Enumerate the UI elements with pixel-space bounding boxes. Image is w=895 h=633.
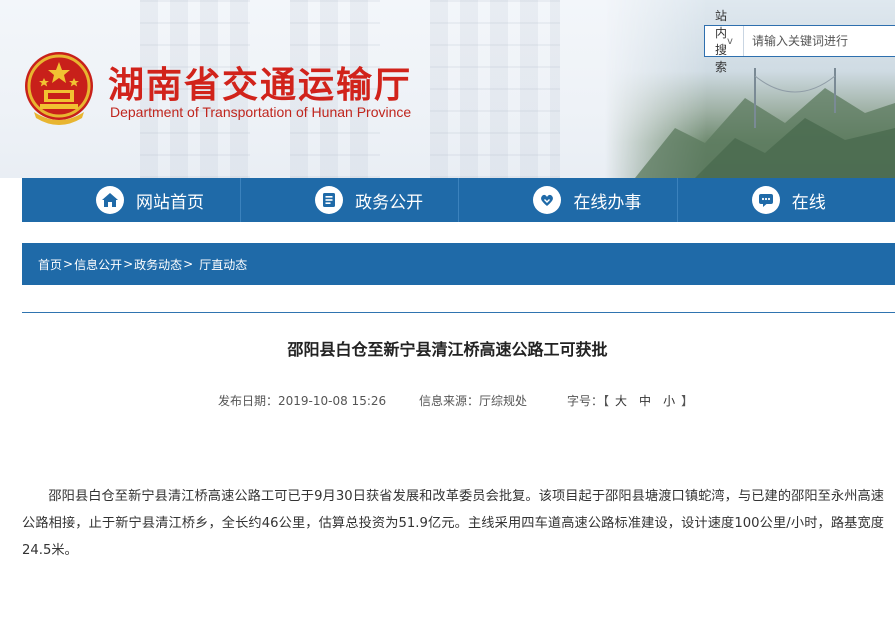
font-size-medium[interactable]: 中: [639, 394, 651, 408]
heart-hands-icon: [533, 186, 562, 214]
breadcrumb-separator: >: [123, 257, 134, 271]
document-list-icon: [315, 186, 344, 214]
national-emblem-icon: [25, 52, 93, 125]
font-size-small[interactable]: 小: [663, 394, 675, 408]
nav-label: 在线办事: [573, 192, 642, 213]
chat-bubble-icon: [751, 186, 780, 214]
breadcrumb-link-home[interactable]: 首页: [38, 256, 62, 273]
breadcrumb: 首页 > 信息公开 > 政务动态 > 厅直动态: [22, 243, 895, 285]
info-source: 信息来源：厅综规处: [419, 394, 528, 408]
nav-item-online-services[interactable]: 在线办事: [458, 178, 676, 222]
site-title: 湖南省交通运输厅: [108, 65, 413, 106]
nav-label: 在线: [791, 192, 826, 213]
font-size-label: 字号：: [567, 394, 604, 408]
breadcrumb-link-dept-news[interactable]: 厅直动态: [199, 256, 247, 273]
site-subtitle: Department of Transportation of Hunan Pr…: [110, 104, 412, 120]
breadcrumb-separator: >: [183, 257, 194, 271]
content-divider: [22, 312, 895, 313]
mountain-illustration: [635, 68, 895, 178]
publish-date: 发布日期：2019-10-08 15:26: [218, 394, 387, 408]
search-input[interactable]: [743, 26, 895, 56]
nav-item-online-interaction[interactable]: 在线: [676, 178, 895, 222]
site-search: 站内搜索 v: [704, 9, 895, 74]
building-decoration: [430, 0, 560, 178]
article-title: 邵阳县白仓至新宁县清江桥高速公路工可获批: [287, 340, 608, 359]
font-size-large[interactable]: 大: [615, 394, 627, 408]
breadcrumb-link-info[interactable]: 信息公开: [74, 256, 122, 273]
search-scope-label: 站内搜索: [715, 9, 728, 74]
breadcrumb-separator: >: [63, 257, 74, 271]
nav-label: 政务公开: [355, 192, 424, 213]
main-nav: 网站首页 政务公开 在线办事 在线: [22, 178, 895, 222]
font-size-bracket-close: 】: [681, 394, 694, 408]
site-header: 湖南省交通运输厅 Department of Transportation of…: [0, 0, 895, 178]
nav-item-gov-affairs[interactable]: 政务公开: [240, 178, 458, 222]
chevron-down-icon: v: [727, 35, 733, 47]
article-body: 邵阳县白仓至新宁县清江桥高速公路工可已于9月30日获省发展和改革委员会批复。该项…: [22, 489, 884, 558]
home-icon: [96, 186, 124, 214]
font-size-control: 字号：【大中小】: [567, 392, 693, 409]
nav-label: 网站首页: [136, 192, 204, 213]
breadcrumb-link-news[interactable]: 政务动态: [134, 256, 182, 273]
nav-item-home[interactable]: 网站首页: [22, 178, 240, 222]
font-size-bracket-open: 【: [603, 394, 610, 408]
search-scope-select[interactable]: 站内搜索 v: [705, 9, 744, 74]
